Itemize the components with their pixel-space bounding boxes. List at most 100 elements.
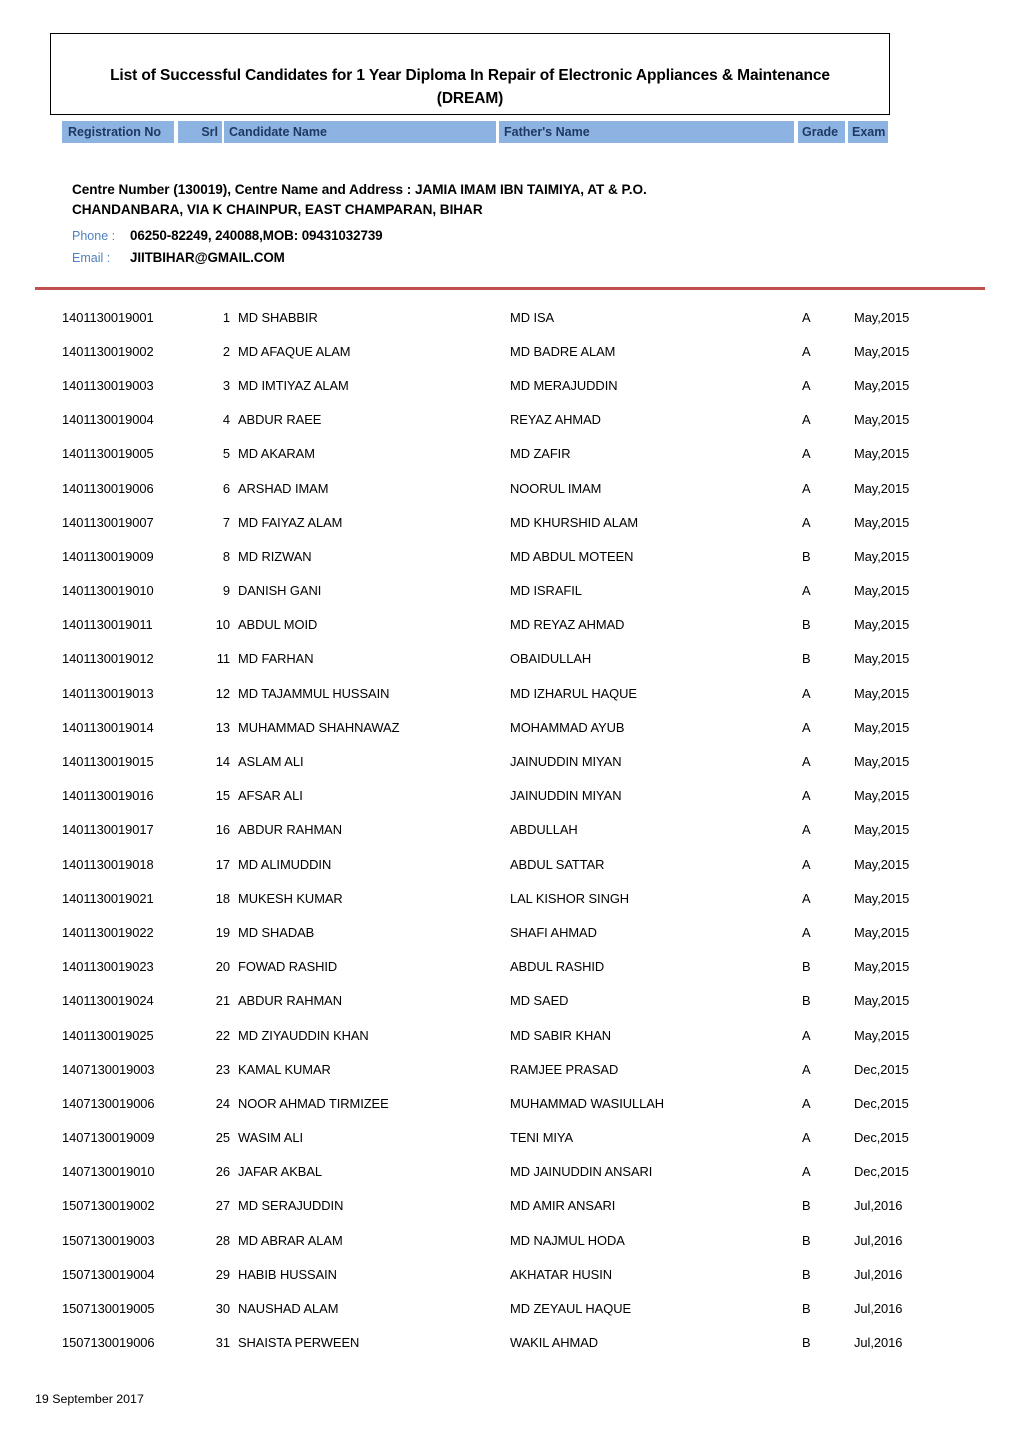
phone-value: 06250-82249, 240088,MOB: 09431032739: [130, 227, 383, 243]
cell-srl: 4: [222, 412, 230, 428]
cell-exam: May,2015: [854, 890, 910, 906]
cell-registration-no: 1401130019023: [62, 959, 154, 975]
cell-grade: A: [802, 924, 811, 940]
cell-exam: May,2015: [854, 412, 910, 428]
cell-fathers-name: MD ZEYAUL HAQUE: [510, 1301, 632, 1317]
cell-fathers-name: MD MERAJUDDIN: [510, 377, 618, 393]
cell-grade: A: [802, 446, 811, 462]
page-title-line1: List of Successful Candidates for 1 Year…: [110, 67, 830, 85]
table-row: 1401130019016 15 AFSAR ALI JAINUDDIN MIYAN A…: [62, 779, 934, 813]
cell-grade: A: [802, 343, 811, 359]
cell-srl: 1: [222, 309, 230, 325]
table-row: 1507130019005 30 NAUSHAD ALAM MD ZEYAUL HAQ…: [62, 1291, 934, 1325]
cell-registration-no: 1401130019006: [62, 480, 154, 496]
cell-srl: 12: [215, 685, 230, 701]
cell-srl: 24: [215, 1095, 230, 1111]
table-row: 1401130019004 4 ABDUR RAEE REYAZ AHMAD A May,…: [62, 403, 934, 437]
column-header-registration-no: Registration No: [62, 121, 174, 143]
cell-exam: May,2015: [854, 343, 910, 359]
cell-candidate-name: MD FAIYAZ ALAM: [238, 514, 343, 530]
cell-exam: Dec,2015: [854, 1164, 909, 1180]
cell-candidate-name: JAFAR AKBAL: [238, 1164, 322, 1180]
cell-srl: 18: [215, 890, 230, 906]
cell-candidate-name: ABDUR RAHMAN: [238, 822, 342, 838]
cell-candidate-name: MD ALIMUDDIN: [238, 856, 332, 872]
cell-candidate-name: DANISH GANI: [238, 583, 322, 599]
table-row: 1401130019006 6 ARSHAD IMAM NOORUL IMAM A May…: [62, 471, 934, 505]
cell-fathers-name: WAKIL AHMAD: [510, 1335, 599, 1351]
table-row: 1401130019025 22 MD ZIYAUDDIN KHAN MD SABIR…: [62, 1018, 934, 1052]
footer-date: 19 September 2017: [35, 1392, 144, 1406]
cell-registration-no: 1401130019011: [62, 617, 153, 633]
cell-grade: B: [802, 959, 811, 975]
cell-candidate-name: MD IMTIYAZ ALAM: [238, 377, 349, 393]
cell-registration-no: 1401130019012: [62, 651, 154, 667]
cell-exam: May,2015: [854, 480, 910, 496]
cell-srl: 20: [215, 959, 230, 975]
cell-exam: Dec,2015: [854, 1095, 909, 1111]
cell-registration-no: 1507130019003: [62, 1232, 155, 1248]
cell-grade: A: [802, 822, 811, 838]
table-row: 1401130019002 2 MD AFAQUE ALAM MD BADRE ALA…: [62, 334, 934, 368]
cell-exam: Jul,2016: [854, 1198, 903, 1214]
cell-fathers-name: MOHAMMAD AYUB: [510, 719, 625, 735]
cell-candidate-name: MD SHADAB: [238, 924, 315, 940]
candidates-table: 1401130019001 1 MD SHABBIR MD ISA A May,2015 1…: [62, 300, 934, 1360]
cell-srl: 21: [215, 993, 230, 1009]
cell-fathers-name: MD IZHARUL HAQUE: [510, 685, 637, 701]
cell-exam: May,2015: [854, 788, 910, 804]
cell-srl: 8: [222, 548, 230, 564]
cell-grade: A: [802, 856, 811, 872]
cell-fathers-name: ABDUL SATTAR: [510, 856, 605, 872]
cell-fathers-name: LAL KISHOR SINGH: [510, 890, 630, 906]
table-row: 1401130019013 12 MD TAJAMMUL HUSSAIN MD IZH…: [62, 676, 934, 710]
table-row: 1401130019022 19 MD SHADAB SHAFI AHMAD A May,…: [62, 915, 934, 949]
cell-srl: 17: [215, 856, 230, 872]
cell-srl: 11: [216, 651, 230, 667]
cell-candidate-name: ASLAM ALI: [238, 754, 304, 770]
cell-srl: 19: [215, 924, 230, 940]
cell-srl: 26: [215, 1164, 230, 1180]
cell-registration-no: 1507130019002: [62, 1198, 155, 1214]
cell-candidate-name: ABDUR RAHMAN: [238, 993, 342, 1009]
cell-exam: Dec,2015: [854, 1061, 909, 1077]
cell-fathers-name: MD NAJMUL HODA: [510, 1232, 625, 1248]
column-header-exam: Exam: [848, 121, 888, 143]
cell-exam: May,2015: [854, 651, 910, 667]
centre-email-row: Email : JIITBIHAR@GMAIL.COM: [72, 250, 872, 265]
table-row: 1401130019011 10 ABDUL MOID MD REYAZ AHMAD B…: [62, 608, 934, 642]
cell-exam: Jul,2016: [854, 1232, 903, 1248]
cell-srl: 6: [222, 480, 230, 496]
cell-srl: 29: [215, 1266, 230, 1282]
column-header-fathers-name: Father's Name: [499, 121, 794, 143]
table-row: 1407130019009 25 WASIM ALI TENI MIYA A Dec,20…: [62, 1121, 934, 1155]
cell-exam: May,2015: [854, 924, 910, 940]
cell-registration-no: 1407130019009: [62, 1130, 155, 1146]
cell-srl: 5: [222, 446, 230, 462]
document-title-box: List of Successful Candidates for 1 Year…: [50, 33, 890, 115]
cell-srl: 30: [215, 1301, 230, 1317]
column-header-grade: Grade: [798, 121, 845, 143]
table-row: 1507130019004 29 HABIB HUSSAIN AKHATAR HUSI…: [62, 1257, 934, 1291]
cell-candidate-name: ARSHAD IMAM: [238, 480, 329, 496]
cell-grade: B: [802, 548, 811, 564]
email-value: JIITBIHAR@GMAIL.COM: [130, 249, 285, 265]
cell-candidate-name: MD ZIYAUDDIN KHAN: [238, 1027, 369, 1043]
table-row: 1401130019010 9 DANISH GANI MD ISRAFIL A May,…: [62, 574, 934, 608]
cell-grade: B: [802, 1301, 811, 1317]
table-row: 1407130019003 23 KAMAL KUMAR RAMJEE PRASAD A…: [62, 1052, 934, 1086]
cell-candidate-name: ABDUR RAEE: [238, 412, 322, 428]
cell-fathers-name: AKHATAR HUSIN: [510, 1266, 613, 1282]
cell-registration-no: 1401130019010: [62, 583, 154, 599]
cell-candidate-name: MUKESH KUMAR: [238, 890, 343, 906]
cell-grade: A: [802, 685, 811, 701]
cell-registration-no: 1401130019018: [62, 856, 154, 872]
cell-grade: B: [802, 617, 811, 633]
cell-srl: 27: [215, 1198, 230, 1214]
cell-registration-no: 1507130019005: [62, 1301, 155, 1317]
cell-srl: 7: [222, 514, 230, 530]
cell-registration-no: 1401130019007: [62, 514, 154, 530]
cell-fathers-name: SHAFI AHMAD: [510, 924, 597, 940]
cell-srl: 15: [215, 788, 230, 804]
cell-fathers-name: OBAIDULLAH: [510, 651, 592, 667]
